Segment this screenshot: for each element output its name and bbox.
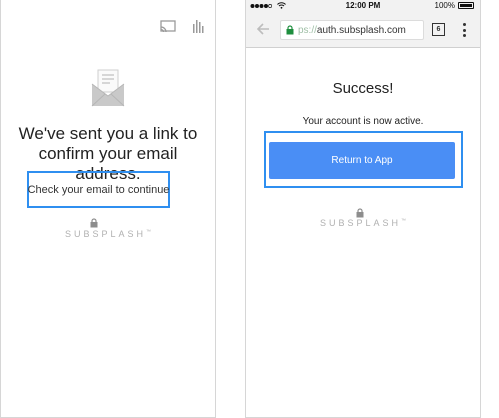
return-to-app-button[interactable]: Return to App [269, 142, 455, 179]
email-confirmation-screen: We've sent you a link to confirm your em… [0, 0, 216, 418]
battery-percent: 100% [434, 1, 455, 10]
brand-name: SUBSPLASH [319, 218, 402, 228]
menu-dot [462, 28, 466, 32]
battery-fill [460, 4, 472, 7]
stage: We've sent you a link to confirm your em… [0, 0, 499, 418]
account-active-message: Your account is now active. [302, 116, 424, 127]
url-text: ps://auth.subsplash.com [298, 25, 406, 36]
menu-dot [462, 23, 466, 26]
secure-lock-icon [286, 25, 294, 35]
battery-icon [458, 2, 474, 9]
trademark-mark: ™ [401, 218, 407, 224]
envelope-icon [1, 68, 215, 110]
menu-dot [462, 34, 466, 37]
brand-logo: SUBSPLASH™ [1, 229, 215, 239]
status-bar: 12:00 PM 100% [246, 0, 480, 12]
success-title: Success! [332, 80, 394, 97]
brand-name: SUBSPLASH [64, 229, 147, 239]
browser-toolbar: ps://auth.subsplash.com 6 [246, 12, 480, 48]
battery-status: 100% [435, 1, 474, 10]
more-menu-icon[interactable] [461, 23, 467, 37]
address-bar[interactable]: ps://auth.subsplash.com [280, 20, 424, 40]
brand-logo: SUBSPLASH™ [246, 218, 480, 228]
tab-switcher-button[interactable]: 6 [432, 23, 445, 36]
cast-icon[interactable] [159, 18, 177, 34]
back-arrow-icon[interactable] [256, 22, 272, 38]
trademark-mark: ™ [146, 229, 152, 235]
url-scheme: ps:// [298, 24, 317, 36]
check-email-label: Check your email to continue [27, 183, 170, 196]
top-actions [159, 18, 207, 34]
url-host: auth.subsplash.com [316, 24, 406, 36]
success-screen: 12:00 PM 100% ps://auth.subsplash.com 6 [245, 0, 481, 418]
check-email-link[interactable]: Check your email to continue [27, 171, 170, 208]
equalizer-icon[interactable] [189, 18, 207, 34]
